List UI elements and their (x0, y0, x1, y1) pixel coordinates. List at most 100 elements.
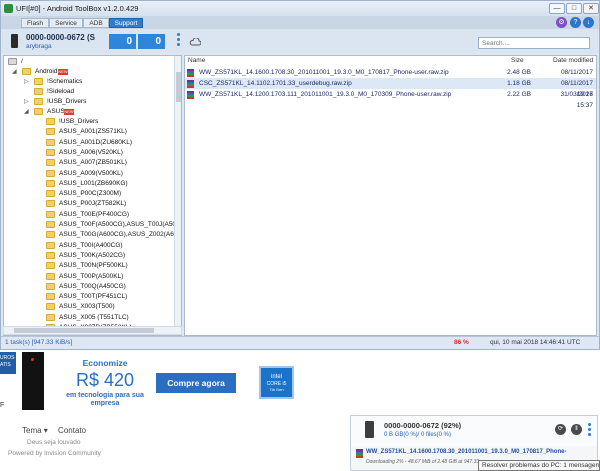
reload-button[interactable]: ⟳ (555, 424, 566, 435)
folder-icon (34, 78, 43, 85)
file-row[interactable]: WW_ZS571KL_14.1600.1708.30_201011001_19.… (185, 67, 596, 87)
folder-icon (46, 251, 55, 259)
collapse-arrow-icon[interactable]: ▷ (24, 99, 30, 105)
tree-item-label: ASUS_X003(T500) (59, 303, 115, 311)
tab-support[interactable]: Support (109, 18, 143, 28)
help-icon[interactable]: ? (570, 17, 581, 28)
tree-item-asus[interactable]: ◢ ASUS NEW (6, 107, 166, 117)
settings-icon[interactable]: ⚙ (556, 17, 567, 28)
tree-item-device[interactable]: ASUS_A007(ZB501KL) (6, 158, 172, 168)
tree-item-device[interactable]: ASUS_L001(ZB690KG) (6, 179, 172, 189)
folder-icon (46, 272, 55, 280)
status-datetime: qui, 10 mai 2018 14:46:41 UTC (490, 339, 581, 346)
file-row[interactable]: WW_ZS571KL_14.1200.1703.111_201011001_19… (185, 89, 596, 109)
tree-item-device[interactable]: ASUS_A001D(ZU680KL) (6, 138, 172, 148)
title-bar: UFI[#0] - Android ToolBox v1.2.0.429 — □… (1, 1, 599, 16)
folder-icon (46, 221, 55, 228)
tree-item-label: ASUS_T00G(A600CG),ASUS_Z002(A601CG) (59, 231, 182, 239)
tree-item-device[interactable]: ASUS_T00K(A502CG) (6, 251, 172, 261)
cloud-icon[interactable] (189, 38, 201, 46)
tree-item-device[interactable]: ASUS_P00C(Z300M) (6, 189, 172, 199)
search-input[interactable] (478, 37, 590, 49)
reload-icon: ⟳ (557, 426, 564, 432)
tree-item-device[interactable]: ASUS_A006(V520KL) (6, 148, 172, 158)
expand-arrow-icon[interactable]: ◢ (24, 109, 30, 115)
tree-item-device[interactable]: ASUS_P00J(ZT582KL) (6, 199, 172, 209)
tree-item-device[interactable]: ASUS_A009(V500KL) (6, 169, 172, 179)
maximize-icon: □ (571, 5, 577, 12)
menu-dots-icon[interactable] (177, 33, 181, 49)
collapse-arrow-icon[interactable]: ▷ (24, 79, 30, 85)
task-status[interactable]: 1 task(s) [947.33 KiB/s] (5, 339, 72, 346)
scroll-thumb[interactable] (14, 328, 154, 333)
tree-item-label: ASUS_P00J(ZT582KL) (59, 200, 127, 208)
progress-percent: 86 % (454, 339, 469, 346)
notification-subtitle: 0 B GB(0 %)/ 0 files(0 %) (384, 432, 452, 438)
download-icon[interactable]: ↓ (583, 17, 594, 28)
buy-now-button[interactable]: Compre agora (156, 373, 236, 393)
contact-link[interactable]: Contato (58, 426, 86, 435)
menu-dots-icon[interactable] (588, 423, 591, 437)
file-row[interactable]: CSC_ZS571KL_14.1102.1701.33_userdebug.ra… (185, 78, 596, 98)
tree-root[interactable]: / (8, 57, 168, 67)
folder-icon (34, 108, 43, 115)
tab-adb[interactable]: ADB (83, 18, 109, 28)
tree-item-device[interactable]: ASUS_T00Q(A450CG) (6, 282, 172, 292)
ad-price: R$ 420 (75, 370, 135, 390)
tree-item-device[interactable]: ASUS_T00E(PF400CG) (6, 210, 172, 220)
ad-subtitle: em tecnologia para sua empresa (66, 392, 144, 407)
advert-banner[interactable]: UROS ATIS Economize R$ 420 em tecnologia… (0, 352, 313, 416)
device-user[interactable]: arybraga (26, 43, 52, 50)
scroll-thumb[interactable] (176, 72, 181, 102)
tree-item-label: ASUS_A001(ZS571KL) (59, 128, 127, 136)
tree-item-device[interactable]: ASUS_T00N(PF500KL) (6, 261, 172, 271)
tree-item-device[interactable]: ASUS_T00I(A400CG) (6, 241, 172, 251)
tree-item-device[interactable]: ASUS_T00G(A600CG),ASUS_Z002(A601CG) (6, 230, 181, 240)
column-size[interactable]: Size (511, 56, 524, 66)
minimize-button[interactable]: — (549, 3, 565, 14)
tree-item-device[interactable]: !USB_Drivers (6, 117, 172, 127)
theme-link[interactable]: Tema ▾ (22, 426, 48, 435)
tree-item-device[interactable]: ASUS_A001(ZS571KL) (6, 127, 172, 137)
folder-icon (34, 88, 43, 95)
ad-side-ribbon: UROS ATIS (0, 352, 16, 374)
tree-item-label: ASUS_P00C(Z300M) (59, 190, 122, 198)
tree-item-label: ASUS_T00N(PF500KL) (59, 262, 128, 270)
tree-item-device[interactable]: ASUS_T00P(A500KL) (6, 272, 172, 282)
archive-icon (356, 449, 363, 458)
tree-item-schematics[interactable]: ▷ !Schematics (6, 77, 166, 87)
tree-root-label: / (21, 58, 23, 65)
expand-arrow-icon[interactable]: ◢ (12, 69, 18, 75)
maximize-button[interactable]: □ (566, 3, 582, 14)
tree-item-device[interactable]: ASUS_T00F(A500CG),ASUS_T00J(A501CG) (6, 220, 181, 230)
tree-item-sideload[interactable]: !Sideload (6, 87, 166, 97)
tree-item-label: ASUS_T00K(A502CG) (59, 251, 126, 259)
column-name[interactable]: Name (188, 56, 205, 66)
file-name: WW_ZS571KL_14.1200.1703.111_201011001_19… (199, 91, 452, 98)
tree-item-device[interactable]: ASUS_X003(T500) (6, 302, 172, 312)
tab-flash[interactable]: Flash (21, 18, 49, 28)
tree-scrollbar[interactable] (174, 56, 181, 335)
ad-edge-char: F (0, 402, 5, 409)
download-file-name[interactable]: WW_ZS571KL_14.1600.1708.30_201011001_19.… (366, 449, 566, 455)
folder-icon (46, 138, 55, 146)
close-button[interactable]: ✕ (583, 3, 599, 14)
tab-service[interactable]: Service (49, 18, 83, 28)
tree-item-label: ASUS_A006(V520KL) (59, 148, 123, 156)
folder-icon (46, 190, 55, 198)
column-date[interactable]: Date modified (553, 56, 593, 66)
footer-powered-by[interactable]: Powered by Invision Community (8, 450, 101, 457)
pause-button[interactable]: ‖ (571, 424, 582, 435)
tree-item-label: ASUS_T00Q(A450CG) (59, 282, 126, 290)
tree-horizontal-scrollbar[interactable] (3, 326, 182, 335)
file-name: CSC_ZS571KL_14.1102.1701.33_userdebug.ra… (199, 80, 352, 87)
tree-item-android[interactable]: ◢ Android NEW (6, 67, 166, 77)
tree-item-usb-drivers[interactable]: ▷ !USB_Drivers (6, 97, 166, 107)
tree-item-device[interactable]: ASUS_X005 (T551TLC) (6, 313, 172, 323)
intel-gen-text: 7th Gen (269, 387, 284, 392)
ad-headline: Economize (82, 358, 128, 368)
tree-item-label: !USB_Drivers (47, 98, 87, 105)
tree-item-device[interactable]: ASUS_T00T(PF451CL) (6, 292, 172, 302)
file-size: 2.22 GB (507, 91, 531, 98)
folder-icon (46, 241, 55, 249)
